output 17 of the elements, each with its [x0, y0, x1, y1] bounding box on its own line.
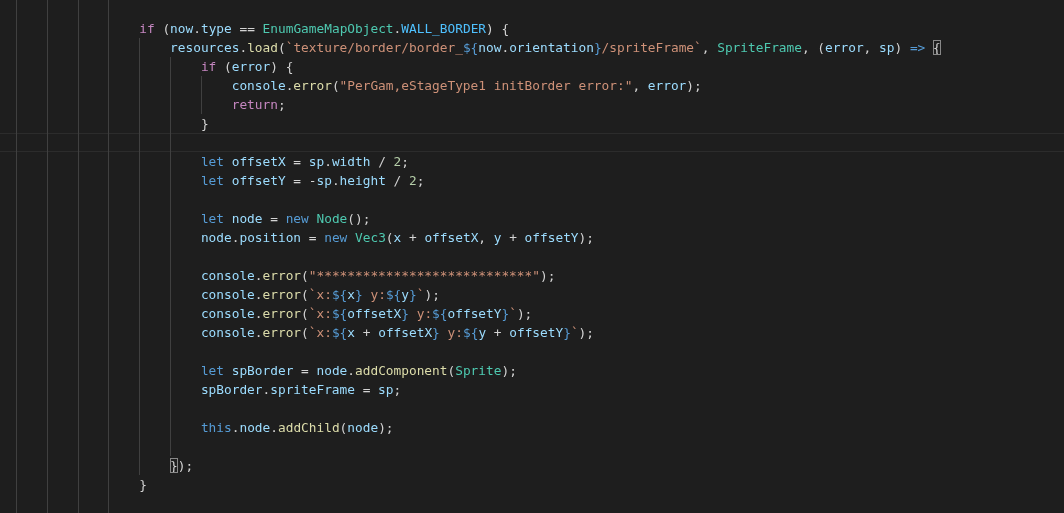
code-line: this.node.addChild(node); — [200, 419, 394, 437]
code-line: let offsetY = -sp.height / 2; — [200, 172, 425, 190]
code-line: } — [200, 115, 209, 133]
code-line: let spBorder = node.addComponent(Sprite); — [200, 362, 517, 380]
code-line: let offsetX = sp.width / 2; — [200, 153, 409, 171]
code-line: if (now.type == EnumGameMapObject.WALL_BORDER) { — [139, 20, 510, 38]
code-line: return; — [231, 96, 286, 114]
code-line: let node = new Node(); — [200, 210, 371, 228]
code-line: } — [139, 476, 147, 494]
code-line: spBorder.spriteFrame = sp; — [200, 381, 402, 399]
code-line: console.error(`x:${x} y:${y}`); — [200, 286, 440, 304]
code-line: if (error) { — [200, 58, 294, 76]
code-line: node.position = new Vec3(x + offsetX, y + offsetY); — [200, 229, 594, 247]
code-line: console.error(`x:${offsetX} y:${offsetY}`); — [200, 305, 533, 323]
code-line: console.error(`x:${x + offsetX} y:${y + offsetY}`); — [200, 324, 594, 342]
code-line: console.error("****************************"); — [200, 267, 556, 285]
code-line: console.error("PerGam,eStageType1 initBorder error:", error); — [231, 77, 702, 95]
